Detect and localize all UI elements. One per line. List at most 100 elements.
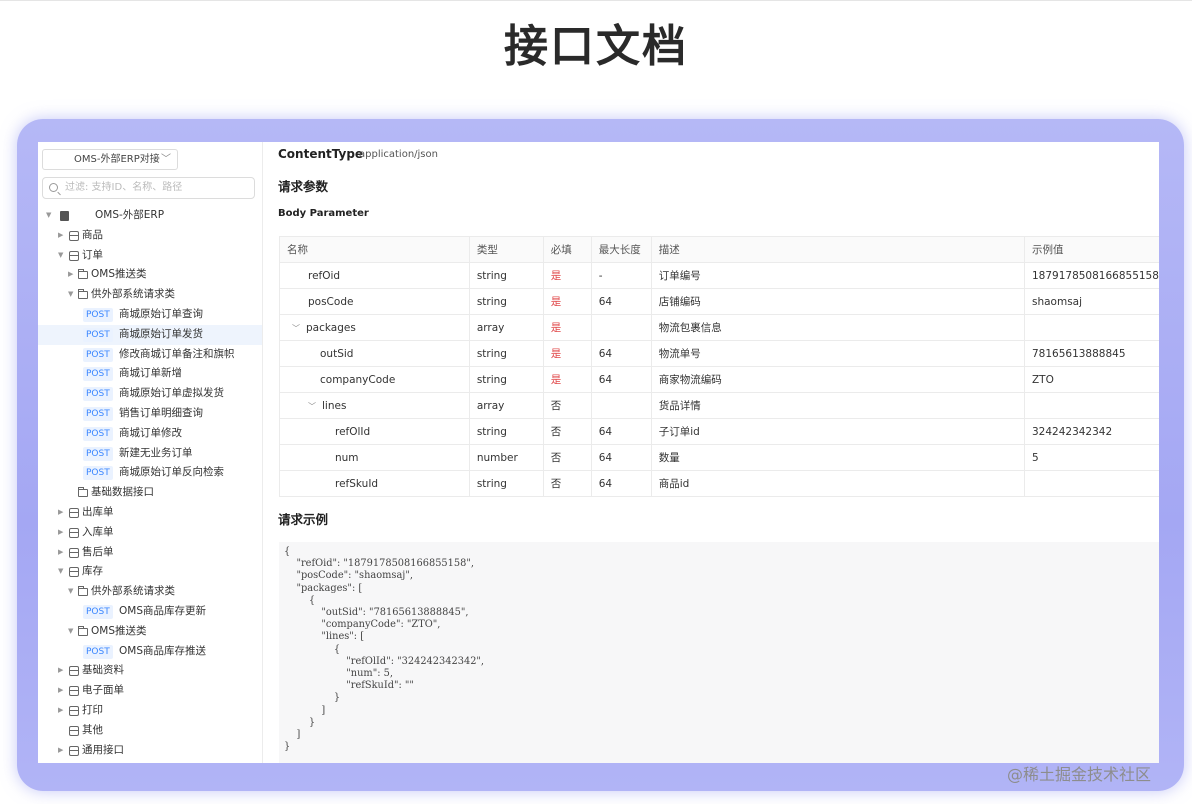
tree-item-box[interactable]: ▶ 基础资料 [38, 661, 262, 681]
cell-text: string [476, 347, 507, 360]
cell-text: 商品id [658, 478, 690, 490]
tree-item-box[interactable]: ▶ 通用接口 [38, 741, 262, 761]
caret-right-icon[interactable]: ▶ [58, 226, 63, 246]
cell-text: 店铺编码 [658, 296, 701, 308]
tree-item-box[interactable]: ▼ 订单 [38, 246, 262, 266]
cell-text: 货品详情 [658, 400, 701, 412]
table-cell-name: posCode [279, 288, 470, 315]
module-icon [69, 745, 79, 756]
cell-text: string [476, 373, 507, 386]
request-example-title: 请求示例 [278, 512, 329, 527]
caret-right-icon[interactable]: ▶ [58, 543, 63, 563]
table-cell-example: 324242342342 [1023, 418, 1159, 445]
tree-item-folder[interactable]: ▼ OMS推送类 [38, 622, 262, 642]
tree-item-api[interactable]: POST 商城订单修改 [38, 424, 262, 444]
tree-item-label: 商城原始订单虚拟发货 [119, 387, 224, 400]
tree-item-api[interactable]: POST 商城原始订单虚拟发货 [38, 384, 262, 404]
tree-item-box[interactable]: ▼ 库存 [38, 562, 262, 582]
caret-down-icon[interactable]: ▼ [68, 285, 73, 305]
folder-icon [78, 289, 88, 300]
cell-text: string [476, 295, 507, 308]
tree-item-box[interactable]: ▶ 售后单 [38, 543, 262, 563]
post-method-badge: POST [83, 644, 113, 659]
caret-right-icon[interactable]: ▶ [58, 661, 63, 681]
caret-right-icon[interactable]: ▶ [58, 701, 63, 721]
caret-down-icon[interactable]: ▼ [68, 582, 73, 602]
post-method-badge: POST [83, 367, 113, 382]
page-title: 接口文档 [504, 21, 688, 72]
module-icon [69, 725, 79, 736]
caret-right-icon[interactable]: ▶ [58, 741, 63, 761]
tree-item-root[interactable]: ▼ OMS-外部ERP [38, 206, 262, 226]
tree-item-api[interactable]: POST 商城原始订单发货 [38, 324, 262, 345]
search-input[interactable]: 过滤: 支持ID、名称、路径 [42, 177, 255, 199]
chevron-down-icon: ﹀ [161, 154, 171, 165]
tree-item-api[interactable]: POST OMS商品库存推送 [38, 642, 262, 662]
table-cell-example [1023, 470, 1159, 497]
module-icon [69, 250, 79, 261]
table-cell-desc: 物流单号 [650, 340, 1025, 367]
tree-item-folder[interactable]: ▼ 供外部系统请求类 [38, 582, 262, 602]
tree-item-box[interactable]: ▶ 商品 [38, 226, 262, 246]
caret-down-icon[interactable]: ▼ [46, 206, 51, 226]
folder-icon [78, 487, 88, 498]
tree-item-api[interactable]: POST 修改商城订单备注和旗帜 [38, 345, 262, 365]
cell-text: 是 [550, 374, 562, 386]
tree-item-box[interactable]: ▶ 出库单 [38, 503, 262, 523]
cell-text: shaomsaj [1031, 295, 1083, 308]
tree-item-api[interactable]: POST OMS商品库存更新 [38, 602, 262, 622]
tree-item-api[interactable]: POST 新建无业务订单 [38, 444, 262, 464]
table-cell-name: num [279, 444, 470, 471]
caret-down-icon[interactable]: ▼ [68, 622, 73, 642]
table-cell-maxlen: - [590, 262, 652, 289]
tree-item-label: 供外部系统请求类 [91, 288, 175, 301]
post-method-badge: POST [83, 426, 113, 441]
tree-item-label: 商城原始订单反向检索 [119, 466, 224, 479]
tree-item-label: 商城订单新增 [119, 367, 182, 380]
header-cell: 必填 [542, 236, 592, 263]
tree-item-label: OMS商品库存推送 [119, 644, 206, 657]
request-example-code[interactable]: { "refOid": "1879178508166855158", "posC… [279, 542, 1159, 763]
table-cell-example: 78165613888845 [1023, 340, 1159, 367]
tree-item-label: 电子面单 [82, 684, 124, 697]
table-cell-maxlen: 64 [590, 288, 652, 315]
chevron-down-icon[interactable]: ﹀ [292, 324, 300, 333]
caret-right-icon[interactable]: ▶ [58, 523, 63, 543]
cell-text: array [476, 399, 505, 412]
cell-text: refOlId [335, 425, 371, 438]
chevron-down-icon[interactable]: ﹀ [308, 402, 316, 411]
cell-text: 64 [598, 373, 613, 386]
caret-right-icon[interactable]: ▶ [68, 265, 73, 285]
cell-text: 是 [550, 270, 562, 282]
folder-icon [78, 625, 88, 636]
tree-item-folder[interactable]: ▶ OMS推送类 [38, 265, 262, 285]
tree-item-api[interactable]: POST 商城原始订单反向检索 [38, 463, 262, 483]
tree-item-box[interactable]: ▶ 打印 [38, 701, 262, 721]
cell-text: 子订单id [658, 426, 700, 438]
tree-item-api[interactable]: POST 销售订单明细查询 [38, 404, 262, 424]
cell-text: 否 [550, 426, 562, 438]
caret-down-icon[interactable]: ▼ [58, 562, 63, 582]
caret-right-icon[interactable]: ▶ [58, 503, 63, 523]
tree-item-box[interactable]: ▶ 电子面单 [38, 681, 262, 701]
cell-text: - [598, 269, 603, 282]
tree-item-label: 修改商城订单备注和旗帜 [119, 347, 235, 360]
tree-item-folder[interactable]: ▼ 供外部系统请求类 [38, 285, 262, 305]
top-divider [0, 0, 1192, 1]
tree-item-folder[interactable]: 基础数据接口 [38, 483, 262, 503]
project-select[interactable]: OMS-外部ERP对接 ﹀ [42, 149, 178, 170]
caret-down-icon[interactable]: ▼ [58, 246, 63, 266]
tree-item-label: 入库单 [82, 525, 114, 538]
module-icon [69, 230, 79, 241]
tree-item-box[interactable]: ▶ 入库单 [38, 523, 262, 543]
table-cell-type: array [468, 392, 544, 419]
tree-item-api[interactable]: POST 商城原始订单查询 [38, 305, 262, 325]
cell-text: 数量 [658, 452, 680, 464]
cell-text: 否 [550, 400, 562, 412]
cell-text: string [476, 269, 507, 282]
tree-item-box[interactable]: 其他 [38, 721, 262, 741]
table-cell-maxlen: 64 [590, 340, 652, 367]
content-type-value: application/json [359, 149, 438, 160]
tree-item-api[interactable]: POST 商城订单新增 [38, 364, 262, 384]
caret-right-icon[interactable]: ▶ [58, 681, 63, 701]
